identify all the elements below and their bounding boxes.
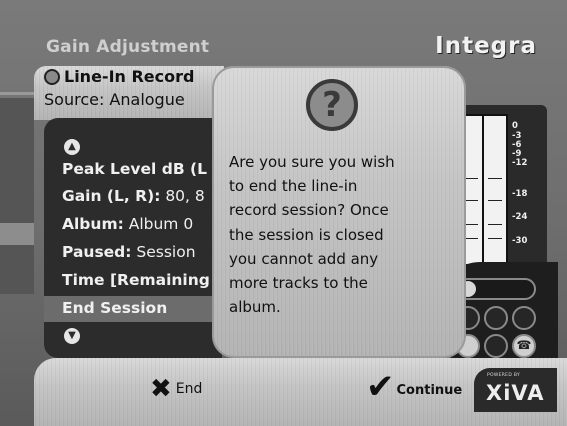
list-item-paused[interactable]: Paused: Session bbox=[62, 243, 222, 261]
list-item-label: Time [Remaining bbox=[62, 271, 210, 289]
list-item-peak-level[interactable]: Peak Level dB (L bbox=[62, 160, 222, 178]
record-title: Line-In Record bbox=[64, 67, 195, 86]
remote-selector-pill[interactable] bbox=[456, 278, 536, 300]
list-item-album[interactable]: Album: Album 0 bbox=[62, 215, 222, 233]
dialog-message-line: album. bbox=[229, 298, 281, 317]
list-item-label: Paused: bbox=[62, 243, 132, 261]
dialog-message-line: to end the line-in bbox=[229, 177, 358, 196]
list-item-end-session[interactable]: End Session bbox=[62, 299, 222, 317]
list-item-value: Album 0 bbox=[123, 215, 194, 233]
list-item-value: 80, 8 bbox=[160, 187, 205, 205]
meter-scale-label: -30 bbox=[512, 236, 528, 246]
phone-icon[interactable]: ☎ bbox=[512, 334, 536, 358]
end-button-label: End bbox=[175, 381, 203, 397]
list-item-gain[interactable]: Gain (L, R): 80, 8 bbox=[62, 187, 222, 205]
remote-button[interactable] bbox=[484, 306, 508, 330]
question-icon: ? bbox=[306, 79, 358, 131]
list-item-label: Gain (L, R): bbox=[62, 187, 161, 205]
list-item-value: Session bbox=[131, 243, 196, 261]
dialog-message-line: Are you sure you wish bbox=[229, 153, 395, 171]
xiva-logo: XiVA bbox=[486, 381, 545, 405]
gain-adjustment-screen: Gain Adjustment Integra Line-In Record S… bbox=[0, 0, 567, 426]
right-channel-meter bbox=[482, 114, 508, 266]
continue-button[interactable]: ✔ Continue bbox=[366, 370, 462, 404]
close-x-icon: ✖ bbox=[150, 374, 172, 404]
integra-logo: Integra bbox=[435, 33, 537, 59]
screen-title: Gain Adjustment bbox=[46, 37, 210, 57]
dialog-message-line: more tracks to the bbox=[229, 274, 368, 293]
powered-by-label: POWERED BY bbox=[487, 373, 521, 378]
list-item-label: End Session bbox=[62, 299, 168, 317]
dialog-message-line: record session? Once bbox=[229, 201, 389, 220]
continue-button-label: Continue bbox=[396, 383, 463, 398]
list-item-label: Peak Level dB (L bbox=[62, 160, 208, 178]
end-button[interactable]: ✖ End bbox=[150, 376, 202, 402]
meter-scale-label: -18 bbox=[512, 189, 528, 199]
dialog-message-line: the session is closed bbox=[229, 225, 384, 244]
remote-button[interactable] bbox=[512, 306, 536, 330]
left-rail-highlight bbox=[0, 223, 34, 245]
list-item-label: Album: bbox=[62, 215, 124, 233]
list-item-time-remaining[interactable]: Time [Remaining bbox=[62, 271, 222, 289]
record-status-indicator bbox=[44, 69, 60, 85]
record-source: Source: Analogue bbox=[44, 90, 185, 109]
remote-button[interactable] bbox=[484, 334, 508, 358]
scroll-down-icon[interactable]: ▼ bbox=[64, 328, 80, 344]
checkmark-icon: ✔ bbox=[366, 367, 395, 407]
scroll-up-icon[interactable]: ▲ bbox=[64, 139, 80, 155]
meter-scale-label: 0 bbox=[512, 121, 518, 131]
divider bbox=[0, 92, 36, 95]
meter-scale-label: -24 bbox=[512, 212, 528, 222]
left-rail bbox=[0, 98, 34, 294]
meter-scale-label: -12 bbox=[512, 158, 528, 168]
dialog-message-line: you cannot add any bbox=[229, 249, 379, 268]
dialog-message: Are you sure you wish to end the line-in… bbox=[229, 150, 445, 319]
